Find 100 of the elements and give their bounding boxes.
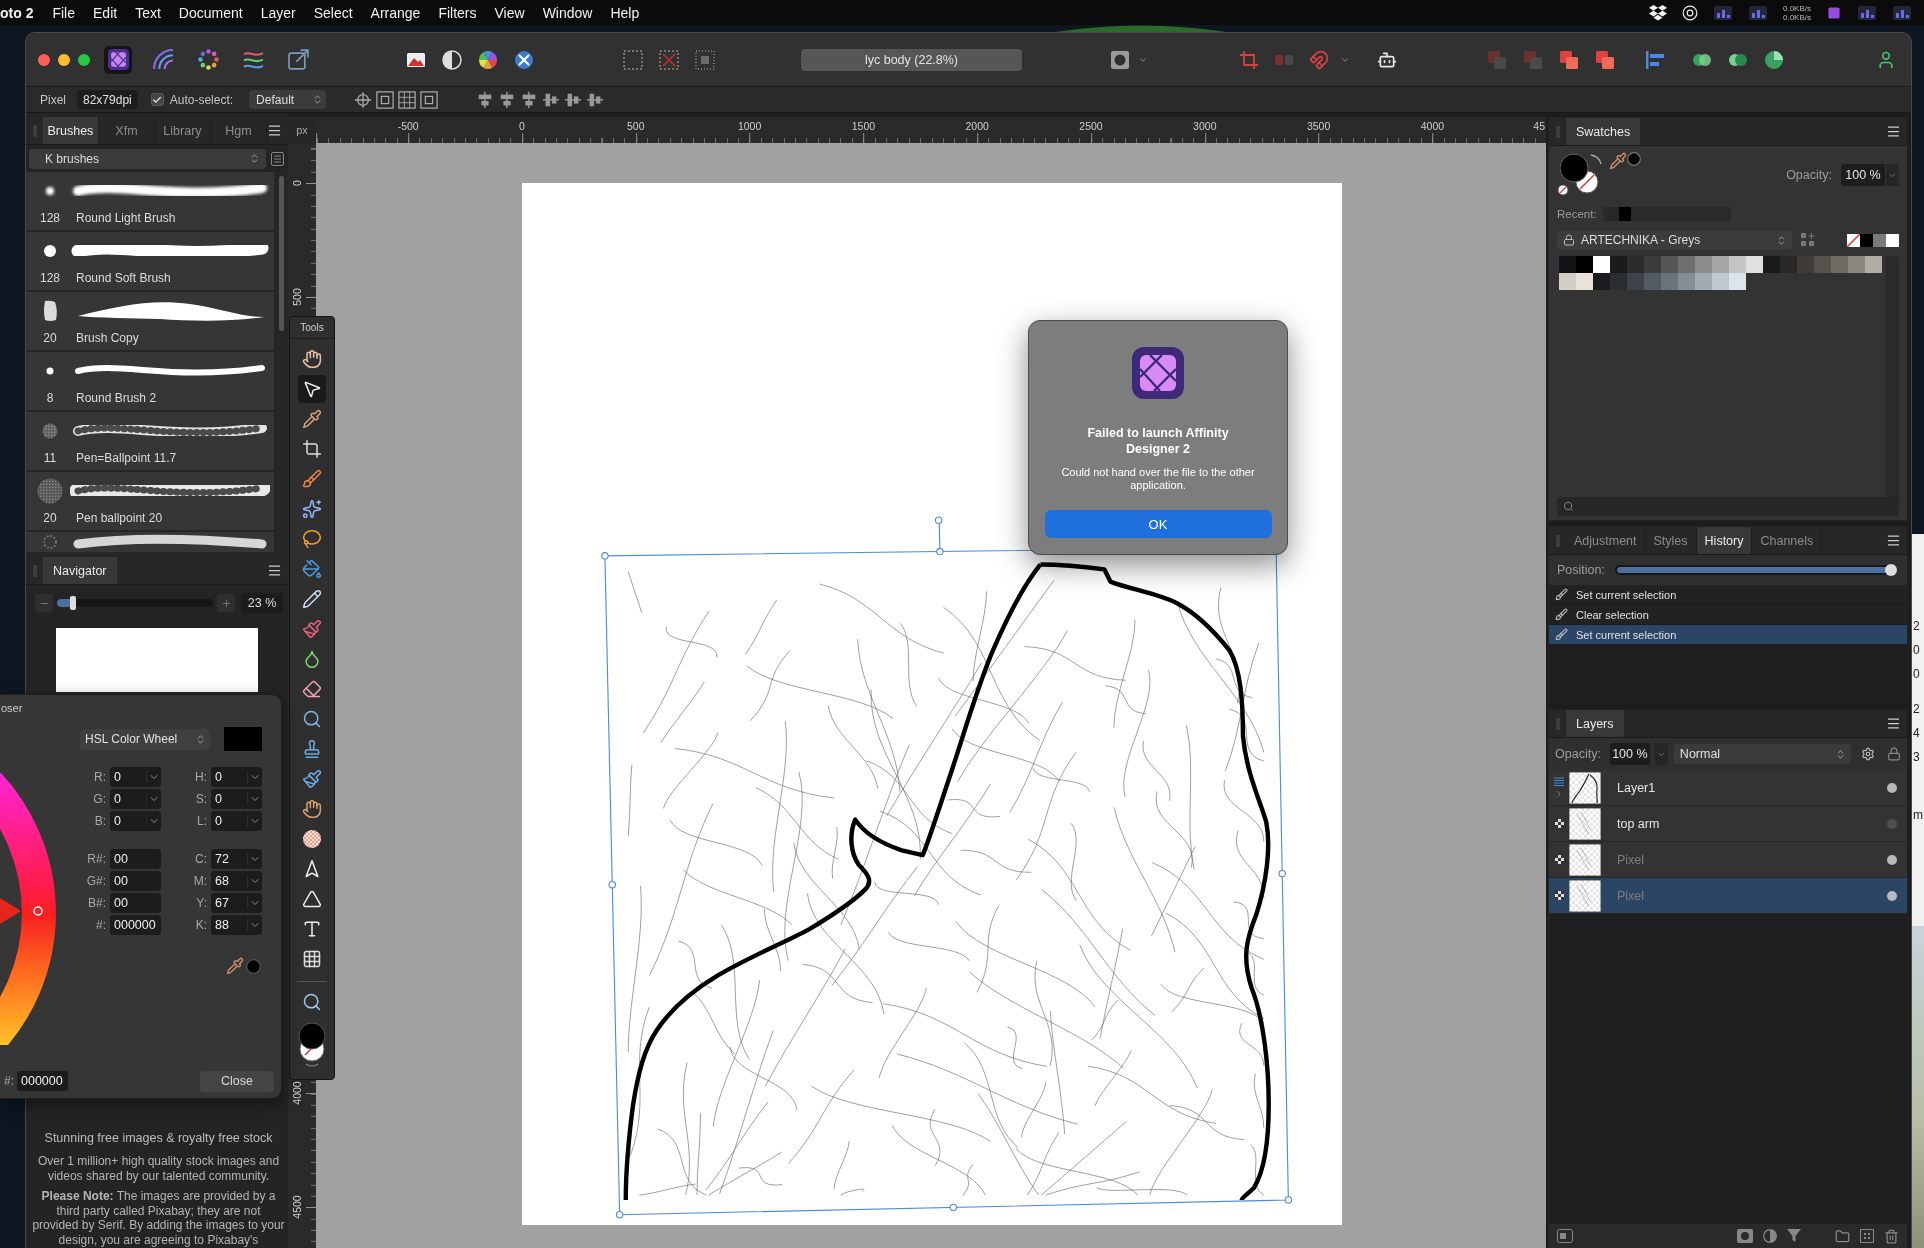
funnel-icon[interactable] [1787, 1229, 1801, 1243]
no-color-swatch-icon[interactable] [1847, 233, 1860, 247]
opacity-field[interactable]: 100 % [1841, 164, 1885, 186]
ring-icon[interactable] [1682, 4, 1698, 21]
frame-icon[interactable] [1557, 1229, 1573, 1243]
visibility-dot-icon[interactable] [1887, 782, 1897, 793]
add-grid-icon[interactable] [1801, 233, 1815, 247]
visibility-dot-icon[interactable] [1887, 890, 1897, 901]
palette-dropdown[interactable]: ARTECHNIKA - Greys [1557, 230, 1792, 250]
swatch-icon[interactable] [1606, 207, 1619, 221]
value-field[interactable]: 88 [211, 915, 262, 935]
history-item[interactable]: Set current selection [1549, 585, 1907, 605]
brush-row[interactable] [26, 532, 274, 552]
category-dropdown[interactable]: K brushes [29, 148, 266, 169]
menu-item[interactable]: Text [135, 4, 161, 21]
search-field[interactable] [1557, 497, 1899, 516]
value-field[interactable]: 0 [110, 789, 161, 809]
menu-item[interactable]: Edit [93, 4, 118, 21]
value-field[interactable]: 0 [211, 811, 262, 831]
folder-icon[interactable] [1835, 1228, 1850, 1244]
hex-field[interactable]: 000000 [17, 1071, 68, 1091]
value-field[interactable]: 67 [211, 893, 262, 913]
panel-tab[interactable]: History [1696, 527, 1753, 554]
swatch-icon[interactable] [1860, 233, 1873, 247]
swatch-icon[interactable] [1763, 256, 1780, 273]
panel-tab[interactable]: Xfm [98, 117, 155, 144]
swatch-icon[interactable] [1729, 273, 1746, 290]
value-field[interactable]: 72 [211, 849, 262, 869]
zoom-slider[interactable] [57, 599, 213, 607]
menu-item[interactable]: Layer [260, 4, 296, 21]
swatch-icon[interactable] [1678, 273, 1695, 290]
tool-button[interactable] [298, 375, 326, 403]
menu-item[interactable]: Document [178, 4, 243, 21]
swatch-icon[interactable] [1873, 233, 1886, 247]
history-item[interactable]: Clear selection [1549, 605, 1907, 625]
swatch-icon[interactable] [1593, 273, 1610, 290]
menu-icon[interactable] [1886, 124, 1901, 139]
minimize-button[interactable] [58, 53, 70, 66]
chevron-right-icon[interactable] [1554, 788, 1564, 799]
swatch-icon[interactable] [1644, 273, 1661, 290]
handle-icon[interactable] [601, 552, 609, 560]
swatch-icon[interactable] [1627, 256, 1644, 273]
slider-thumb[interactable] [1885, 564, 1897, 576]
maximize-button[interactable] [78, 53, 90, 66]
menu-item[interactable]: Window [542, 4, 593, 21]
panel-tab[interactable]: Hgm [211, 117, 267, 144]
rotation-handle-icon[interactable] [934, 516, 943, 551]
value-field[interactable]: 00 [110, 849, 161, 869]
handle-icon[interactable] [615, 1211, 624, 1219]
swatch-icon[interactable] [1695, 256, 1712, 273]
menu-item[interactable]: View [494, 4, 525, 21]
lock-icon[interactable] [1887, 747, 1901, 761]
slider-thumb[interactable] [69, 596, 76, 610]
swatch-icon[interactable] [1576, 273, 1593, 290]
scrollbar[interactable] [279, 176, 284, 331]
color-wheel[interactable] [0, 773, 58, 1045]
swatch-icon[interactable] [1610, 273, 1627, 290]
swatch-icon[interactable] [1814, 256, 1831, 273]
swatch-icon[interactable] [1661, 256, 1678, 273]
eyedropper-icon[interactable] [226, 957, 244, 975]
panel-tab[interactable]: Styles [1645, 527, 1697, 554]
brush-row[interactable]: 128 Round Light Brush [26, 172, 274, 230]
swatch-icon[interactable] [1576, 256, 1593, 273]
swatch-icon[interactable] [1712, 256, 1729, 273]
checkbox[interactable] [150, 93, 164, 106]
panel-tab[interactable]: Brushes [42, 117, 99, 144]
swatch-icon[interactable] [1831, 256, 1848, 273]
color-well-icon[interactable] [297, 1022, 327, 1068]
settings-icon[interactable] [1861, 747, 1875, 761]
trash-icon[interactable] [1884, 1228, 1899, 1244]
brush-row[interactable]: 8 Round Brush 2 [26, 352, 274, 410]
value-field[interactable]: 00 [110, 871, 161, 891]
swatch-icon[interactable] [1886, 233, 1899, 247]
menu-icon[interactable] [267, 563, 282, 578]
handle-icon[interactable] [608, 880, 616, 889]
swatch-icon[interactable] [1797, 256, 1814, 273]
swatch-icon[interactable] [1695, 273, 1712, 290]
panel-tab[interactable]: Channels [1752, 527, 1823, 554]
swatch-icon[interactable] [1559, 256, 1576, 273]
swatch-icon[interactable] [1610, 256, 1627, 273]
menu-item[interactable]: Arrange [370, 4, 421, 21]
mask-icon[interactable] [1737, 1229, 1753, 1243]
panel-tab[interactable]: Adjustment [1566, 527, 1646, 554]
menu-item[interactable]: File [52, 4, 75, 21]
blend-mode-dropdown[interactable]: Normal [1673, 744, 1851, 764]
swatch-icon[interactable] [1627, 273, 1644, 290]
menu-icon[interactable] [1886, 716, 1901, 731]
visibility-dot-icon[interactable] [1887, 818, 1897, 829]
swatch-icon[interactable] [1729, 256, 1746, 273]
zoom-in-button[interactable] [217, 594, 235, 612]
swatch-icon[interactable] [1848, 256, 1865, 273]
menu-icon[interactable] [1886, 533, 1901, 548]
dropbox-icon[interactable] [1649, 3, 1667, 22]
swatch-icon[interactable] [1644, 256, 1661, 273]
resolution-field[interactable]: 82x79dpi [77, 90, 138, 109]
swatch-icon[interactable] [1746, 256, 1763, 273]
swatch-icon[interactable] [1780, 256, 1797, 273]
color-well-icon[interactable] [1557, 152, 1603, 196]
swatch-icon[interactable] [1865, 256, 1882, 273]
brush-row[interactable]: 20 Pen ballpoint 20 [26, 472, 274, 530]
